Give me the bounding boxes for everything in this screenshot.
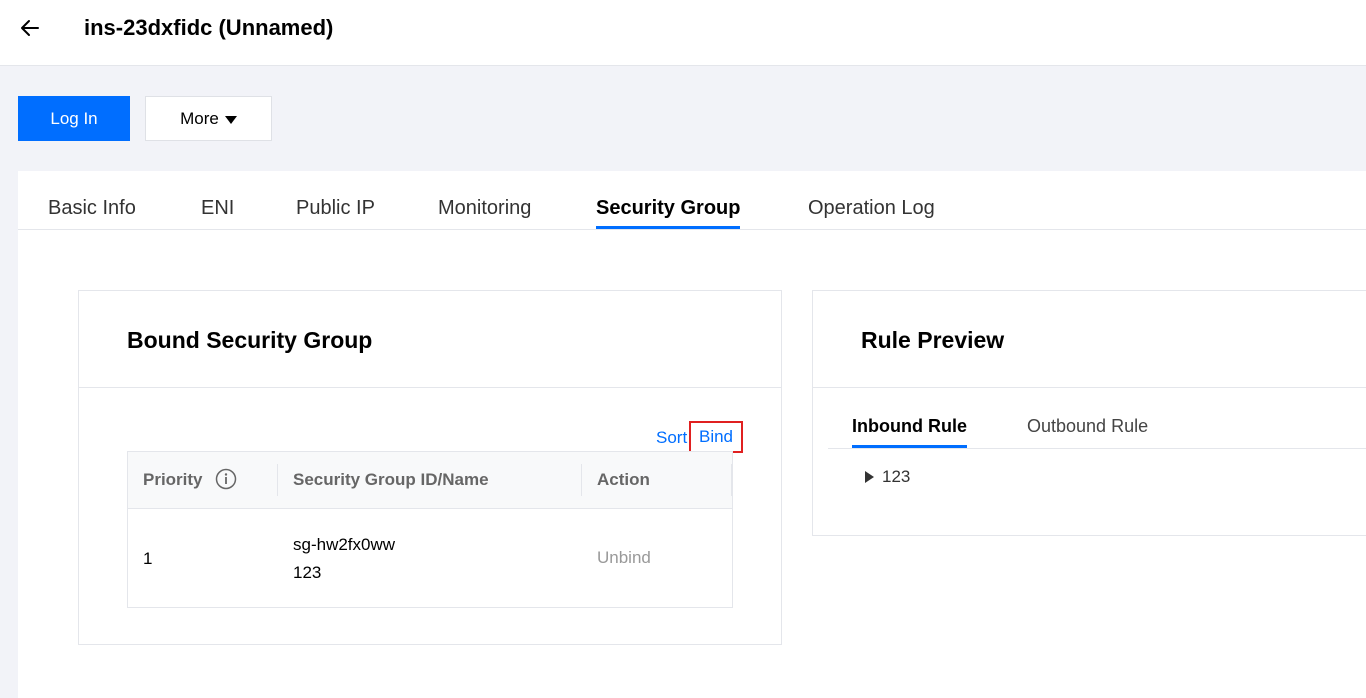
column-header-priority: Priority	[143, 470, 203, 489]
column-header-sg-id-name: Security Group ID/Name	[293, 470, 489, 489]
column-divider	[277, 464, 278, 496]
sort-link[interactable]: Sort	[656, 428, 687, 448]
tab-operation-log[interactable]: Operation Log	[808, 195, 935, 221]
tab-bar: Basic Info ENI Public IP Monitoring Secu…	[18, 171, 1366, 230]
caret-down-icon	[224, 115, 237, 124]
top-bar: ins-23dxfidc (Unnamed)	[0, 0, 1366, 66]
subtab-outbound-rule[interactable]: Outbound Rule	[1027, 416, 1148, 437]
rule-group-label: 123	[882, 467, 911, 486]
info-icon[interactable]	[215, 468, 237, 490]
subtab-inbound-rule[interactable]: Inbound Rule	[852, 416, 967, 448]
card-divider	[79, 387, 781, 388]
rule-group-item[interactable]: 123	[865, 467, 910, 487]
tab-security-group[interactable]: Security Group	[596, 195, 741, 229]
main-panel: Basic Info ENI Public IP Monitoring Secu…	[18, 171, 1366, 698]
more-button-label: More	[180, 108, 219, 128]
card-divider	[813, 387, 1366, 388]
column-header-action: Action	[597, 470, 650, 489]
tab-basic-info[interactable]: Basic Info	[48, 195, 136, 221]
security-group-id-link[interactable]: sg-hw2fx0ww	[293, 535, 395, 555]
bind-link[interactable]: Bind	[689, 421, 743, 453]
tab-public-ip[interactable]: Public IP	[296, 195, 375, 221]
tab-monitoring[interactable]: Monitoring	[438, 195, 531, 221]
back-arrow-icon[interactable]	[16, 14, 44, 42]
rule-preview-card: Rule Preview Inbound Rule Outbound Rule …	[812, 290, 1366, 536]
column-divider	[581, 464, 582, 496]
tab-eni[interactable]: ENI	[201, 195, 234, 221]
rule-subtab-bar: Inbound Rule Outbound Rule	[828, 409, 1366, 449]
login-button[interactable]: Log In	[18, 96, 130, 141]
unbind-button[interactable]: Unbind	[597, 548, 651, 568]
triangle-right-icon	[865, 471, 874, 483]
bound-security-group-card: Bound Security Group Sort Bind Priority …	[78, 290, 782, 645]
page-title: ins-23dxfidc (Unnamed)	[84, 15, 334, 40]
bound-security-group-title: Bound Security Group	[127, 327, 373, 353]
security-group-name: 123	[293, 563, 322, 582]
table-header: Priority Security Group ID/Name Action	[128, 452, 732, 509]
security-group-table: Priority Security Group ID/Name Action 1…	[127, 451, 733, 608]
row-priority: 1	[143, 549, 153, 568]
column-divider	[731, 464, 732, 496]
more-button[interactable]: More	[145, 96, 272, 141]
rule-preview-title: Rule Preview	[861, 327, 1005, 353]
